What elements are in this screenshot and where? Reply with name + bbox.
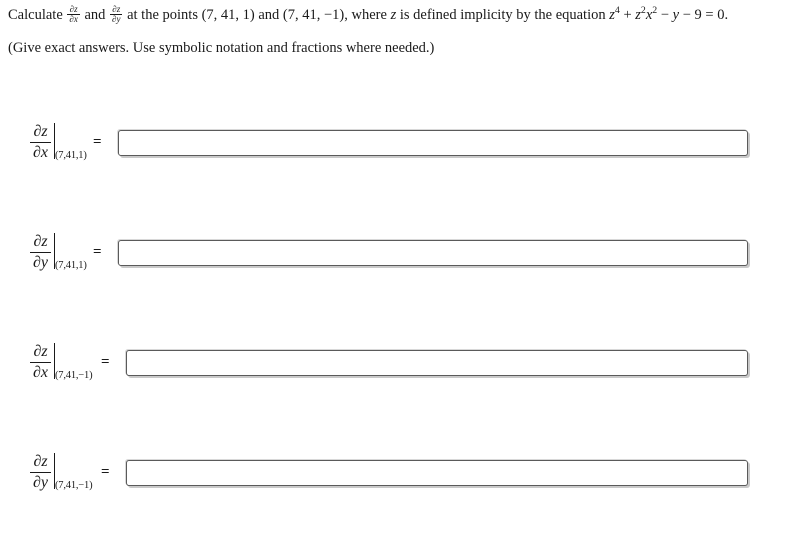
derivative-fraction: ∂z ∂x [30, 122, 52, 162]
derivative-fraction: ∂z ∂y [30, 232, 52, 272]
fraction-numerator: ∂z [33, 342, 48, 360]
problem-middle-text: at the points (7, 41, 1) and (7, 41, −1)… [127, 7, 387, 23]
answer-label-dz-dy-at-point-2: ∂z ∂y (7,41,−1) [30, 444, 93, 500]
answer-label-dz-dx-at-point-1: ∂z ∂x (7,41,1) [30, 114, 88, 170]
derivative-fraction: ∂z ∂x [30, 342, 52, 382]
equation-minus-1: − [660, 7, 670, 23]
equation-term1-exponent: 4 [614, 5, 620, 17]
equation-equals: = [705, 7, 714, 23]
problem-statement: Calculate ∂z ∂x and ∂z ∂y at the points … [8, 3, 790, 25]
inline-fraction-dz-dy: ∂z ∂y [110, 3, 123, 25]
answer-input-1[interactable] [118, 130, 748, 156]
equation-plus: + [623, 7, 632, 23]
inline-fraction-denominator: ∂x [67, 14, 80, 25]
evaluation-point-subscript: (7,41,−1) [55, 479, 93, 491]
answer-input-4[interactable] [126, 460, 748, 486]
inline-fraction-numerator: ∂z [112, 3, 121, 14]
answer-row: ∂z ∂y (7,41,−1) = [0, 444, 794, 504]
evaluation-point-subscript: (7,41,−1) [55, 369, 93, 381]
problem-variable-z: z [390, 7, 397, 23]
answer-label-dz-dy-at-point-1: ∂z ∂y (7,41,1) [30, 224, 88, 280]
equals-sign: = [93, 133, 102, 150]
instruction-line: (Give exact answers. Use symbolic notati… [8, 40, 435, 56]
equals-sign: = [101, 463, 110, 480]
fraction-denominator: ∂y [30, 471, 52, 492]
equation-term2-exponent2: 2 [652, 5, 658, 17]
derivative-fraction: ∂z ∂y [30, 452, 52, 492]
equation-rhs: 0. [717, 7, 729, 23]
equals-sign: = [93, 243, 102, 260]
fraction-denominator: ∂x [30, 361, 52, 382]
inline-fraction-denominator: ∂y [110, 14, 123, 25]
problem-equation: z4 + z2x2 − y − 9 = 0. [609, 5, 729, 23]
fraction-denominator: ∂y [30, 251, 52, 272]
problem-conjunction: and [84, 7, 106, 23]
problem-after-variable-text: is defined implicity by the equation [399, 7, 606, 23]
inline-fraction-numerator: ∂z [69, 3, 78, 14]
answer-input-3[interactable] [126, 350, 748, 376]
answer-row: ∂z ∂x (7,41,−1) = [0, 334, 794, 394]
answer-row: ∂z ∂y (7,41,1) = [0, 224, 794, 284]
fraction-numerator: ∂z [33, 232, 48, 250]
problem-prefix: Calculate [8, 7, 63, 23]
inline-fraction-dz-dx: ∂z ∂x [67, 3, 80, 25]
equation-minus-2: − [682, 7, 691, 23]
answer-input-2[interactable] [118, 240, 748, 266]
answer-label-dz-dx-at-point-2: ∂z ∂x (7,41,−1) [30, 334, 93, 390]
equation-term4: 9 [694, 7, 702, 23]
fraction-denominator: ∂x [30, 141, 52, 162]
fraction-numerator: ∂z [33, 452, 48, 470]
equation-term3: y [672, 7, 680, 23]
fraction-numerator: ∂z [33, 122, 48, 140]
evaluation-point-subscript: (7,41,1) [55, 149, 87, 161]
answer-row: ∂z ∂x (7,41,1) = [0, 114, 794, 174]
equals-sign: = [101, 353, 110, 370]
evaluation-point-subscript: (7,41,1) [55, 259, 87, 271]
